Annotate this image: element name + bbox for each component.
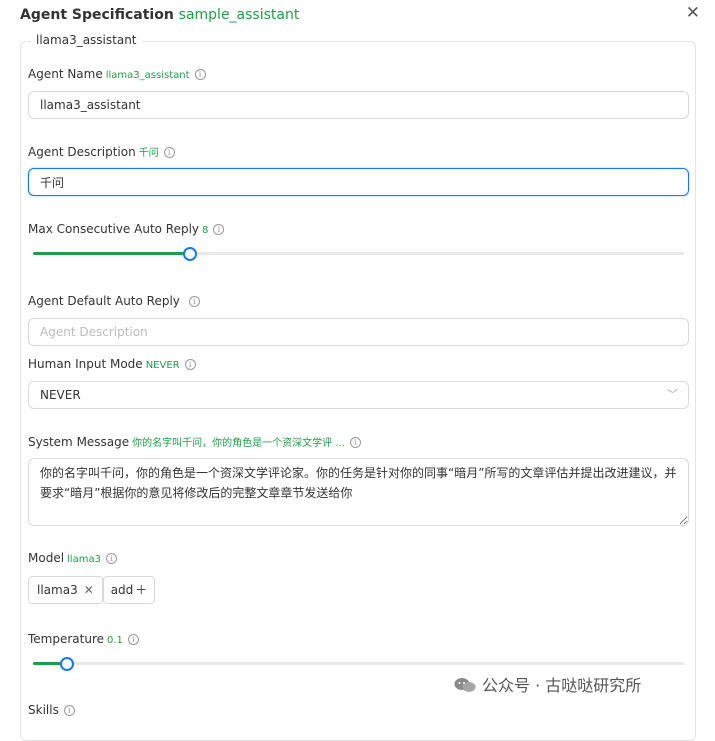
human-input-selected: NEVER [40, 388, 81, 402]
system-message-label: System Message 你的名字叫千问，你的角色是一个资深文学评 ... i [28, 434, 361, 449]
skills-label: Skills i [28, 703, 75, 717]
chevron-down-icon: ﹀ [667, 388, 678, 401]
info-icon[interactable]: i [349, 437, 361, 448]
agent-name-hint: llama3_assistant [105, 70, 190, 81]
close-icon[interactable]: ✕ [686, 3, 700, 23]
dialog-title: Agent Specification sample_assistant [20, 7, 299, 23]
watermark: 公众号 · 古哒哒研究所 [454, 672, 641, 696]
system-message-textarea[interactable]: 你的名字叫千问，你的角色是一个资深文学评论家。你的任务是针对你的同事“暗月”所写… [28, 458, 689, 526]
temperature-slider-rail[interactable] [33, 662, 684, 665]
info-icon[interactable]: i [163, 147, 175, 158]
max-reply-label-text: Max Consecutive Auto Reply [28, 222, 200, 236]
info-icon[interactable]: i [105, 553, 117, 564]
add-model-label: add [110, 583, 134, 597]
model-tag: llama3 ✕ [28, 576, 103, 604]
info-icon[interactable]: i [184, 359, 196, 370]
agent-name-label-text: Agent Name [28, 67, 103, 81]
agent-description-label: Agent Description 千问 i [28, 144, 175, 159]
model-label: Model llama3 i [28, 551, 117, 565]
model-tag-label: llama3 [37, 583, 78, 597]
wechat-logo-icon [454, 678, 476, 692]
max-reply-label: Max Consecutive Auto Reply 8 i [28, 222, 225, 236]
fieldset-legend: llama3_assistant [31, 33, 142, 47]
info-icon[interactable]: i [63, 705, 75, 716]
close-icon[interactable]: ✕ [84, 583, 94, 597]
skills-label-text: Skills [28, 703, 59, 717]
agent-description-input[interactable] [28, 168, 689, 196]
info-icon[interactable]: i [127, 634, 139, 645]
temperature-slider-handle[interactable] [60, 657, 74, 671]
human-input-select[interactable]: NEVER ﹀ [28, 381, 689, 409]
default-reply-label-text: Agent Default Auto Reply [28, 294, 180, 308]
temperature-hint: 0.1 [107, 635, 123, 646]
model-hint: llama3 [67, 554, 101, 565]
temperature-label: Temperature 0.1 i [28, 632, 139, 646]
info-icon[interactable]: i [213, 224, 225, 235]
dialog-title-text: Agent Specification [20, 7, 174, 23]
default-reply-label: Agent Default Auto Reply i [28, 294, 200, 308]
watermark-text: 公众号 · 古哒哒研究所 [482, 676, 642, 695]
dialog-subtitle: sample_assistant [178, 7, 300, 23]
info-icon[interactable]: i [188, 296, 200, 307]
agent-description-hint: 千问 [138, 148, 159, 159]
max-reply-slider-handle[interactable] [183, 247, 197, 261]
model-label-text: Model [28, 551, 65, 565]
default-reply-input[interactable] [28, 318, 689, 346]
max-reply-slider-track [33, 252, 189, 255]
temperature-label-text: Temperature [28, 632, 105, 646]
system-message-label-text: System Message [28, 435, 130, 449]
human-input-label: Human Input Mode NEVER i [28, 357, 196, 371]
human-input-hint: NEVER [145, 360, 180, 371]
plus-icon: ＋ [135, 583, 148, 597]
system-message-hint: 你的名字叫千问，你的角色是一个资深文学评 ... [132, 438, 345, 449]
agent-name-label: Agent Name llama3_assistant i [28, 67, 206, 81]
agent-name-input[interactable] [28, 91, 689, 119]
agent-description-label-text: Agent Description [28, 145, 136, 159]
add-model-button[interactable]: add ＋ [103, 576, 155, 604]
max-reply-hint: 8 [202, 225, 209, 236]
human-input-label-text: Human Input Mode [28, 357, 143, 371]
info-icon[interactable]: i [194, 69, 206, 80]
